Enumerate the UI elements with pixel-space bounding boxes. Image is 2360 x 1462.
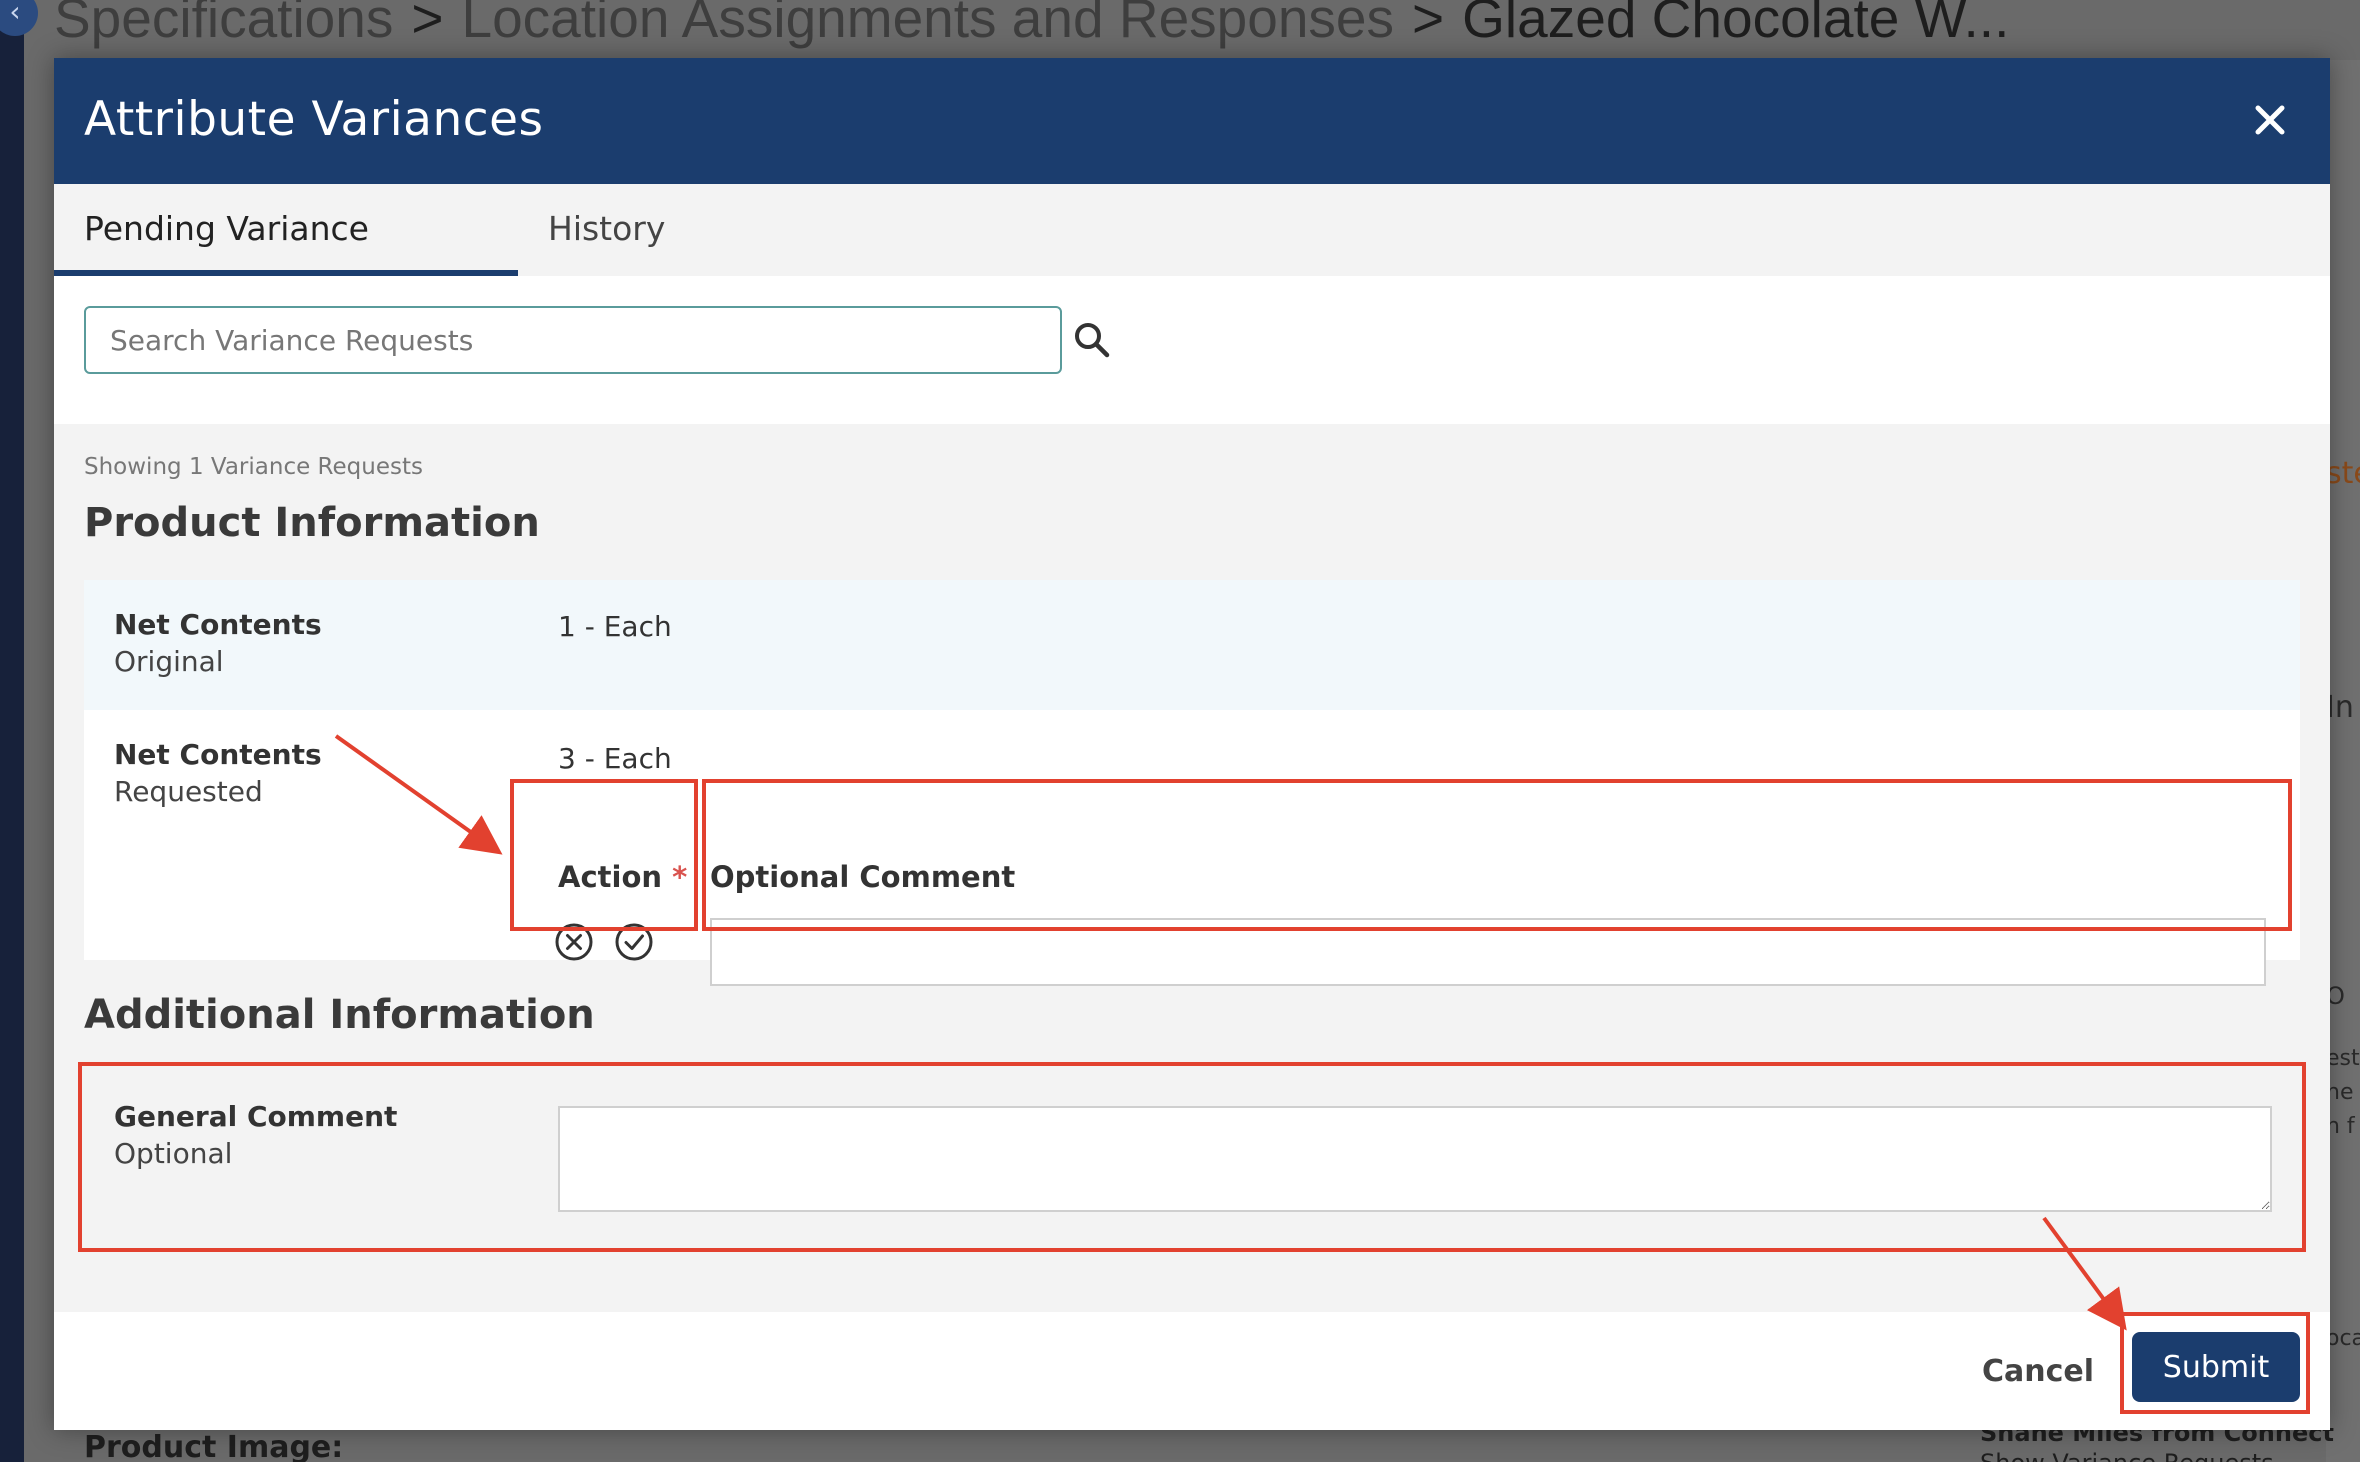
tab-bar: Pending Variance Requests History — [54, 184, 2330, 338]
breadcrumb-current: Glazed Chocolate W... — [1462, 0, 2010, 49]
breadcrumb-item[interactable]: Specifications — [54, 0, 393, 49]
general-comment-textarea[interactable] — [558, 1106, 2272, 1212]
variance-request-card: Net Contents Original 1 - Each Net Conte… — [84, 580, 2300, 960]
section-title-additional-information: Additional Information — [84, 992, 595, 1038]
background-text-fragment: In — [2326, 690, 2354, 725]
background-text-fragment: n f — [2326, 1114, 2355, 1139]
reject-icon[interactable] — [554, 922, 594, 962]
left-nav-bar — [0, 0, 24, 1462]
search-area — [54, 276, 2330, 424]
section-title-product-information: Product Information — [84, 500, 540, 546]
requested-value: 3 - Each — [558, 742, 672, 775]
breadcrumb-separator-icon: > — [1412, 0, 1445, 49]
action-label-text: Action — [558, 860, 663, 894]
background-right-panel — [2326, 60, 2360, 1462]
background-text-fragment: ste — [2326, 456, 2360, 491]
optional-comment-input[interactable] — [710, 918, 2266, 986]
breadcrumb-separator-icon: > — [411, 0, 444, 49]
action-label: Action * — [558, 860, 687, 894]
requested-sublabel: Requested — [114, 775, 263, 808]
tab-pending-variance-requests[interactable]: Pending Variance Requests — [54, 184, 518, 338]
general-comment-label-group: General Comment Optional — [114, 1098, 397, 1172]
modal-title: Attribute Variances — [84, 92, 544, 147]
original-sublabel: Original — [114, 645, 224, 678]
submit-button[interactable]: Submit — [2132, 1332, 2300, 1402]
product-image-label: Product Image: — [84, 1430, 344, 1462]
original-value: 1 - Each — [558, 610, 672, 643]
breadcrumb: Specifications > Location Assignments and … — [54, 0, 2254, 50]
requested-attribute-label: Net Contents — [114, 738, 322, 771]
background-text-fragment: oca — [2326, 1326, 2360, 1351]
requested-label-group: Net Contents Requested — [114, 736, 322, 810]
general-comment-sublabel: Optional — [114, 1137, 233, 1170]
close-icon[interactable] — [2250, 100, 2290, 140]
original-row: Net Contents Original 1 - Each — [84, 580, 2300, 710]
modal-footer: Cancel Submit — [54, 1312, 2330, 1430]
cancel-button[interactable]: Cancel — [1982, 1340, 2094, 1402]
general-comment-label: General Comment — [114, 1100, 398, 1133]
back-arrow-icon[interactable]: ‹ — [0, 0, 38, 36]
tab-history[interactable]: History — [548, 184, 708, 276]
approve-icon[interactable] — [614, 922, 654, 962]
original-label-group: Net Contents Original — [114, 606, 322, 680]
original-attribute-label: Net Contents — [114, 608, 322, 641]
optional-comment-label: Optional Comment — [710, 860, 1016, 894]
results-count: Showing 1 Variance Requests — [84, 454, 423, 480]
show-variance-link[interactable]: Show Variance Requests — [1980, 1448, 2340, 1462]
background-text-fragment: est — [2326, 1046, 2360, 1071]
background-text-fragment: he — [2326, 1080, 2354, 1105]
search-icon[interactable] — [1070, 318, 1114, 362]
search-input[interactable] — [84, 306, 1062, 374]
required-asterisk: * — [672, 860, 688, 894]
background-text-fragment: O — [2326, 982, 2345, 1010]
attribute-variances-modal: Attribute Variances Pending Variance Req… — [54, 58, 2330, 1430]
breadcrumb-item[interactable]: Location Assignments and Responses — [461, 0, 1394, 49]
modal-header: Attribute Variances — [54, 58, 2330, 184]
